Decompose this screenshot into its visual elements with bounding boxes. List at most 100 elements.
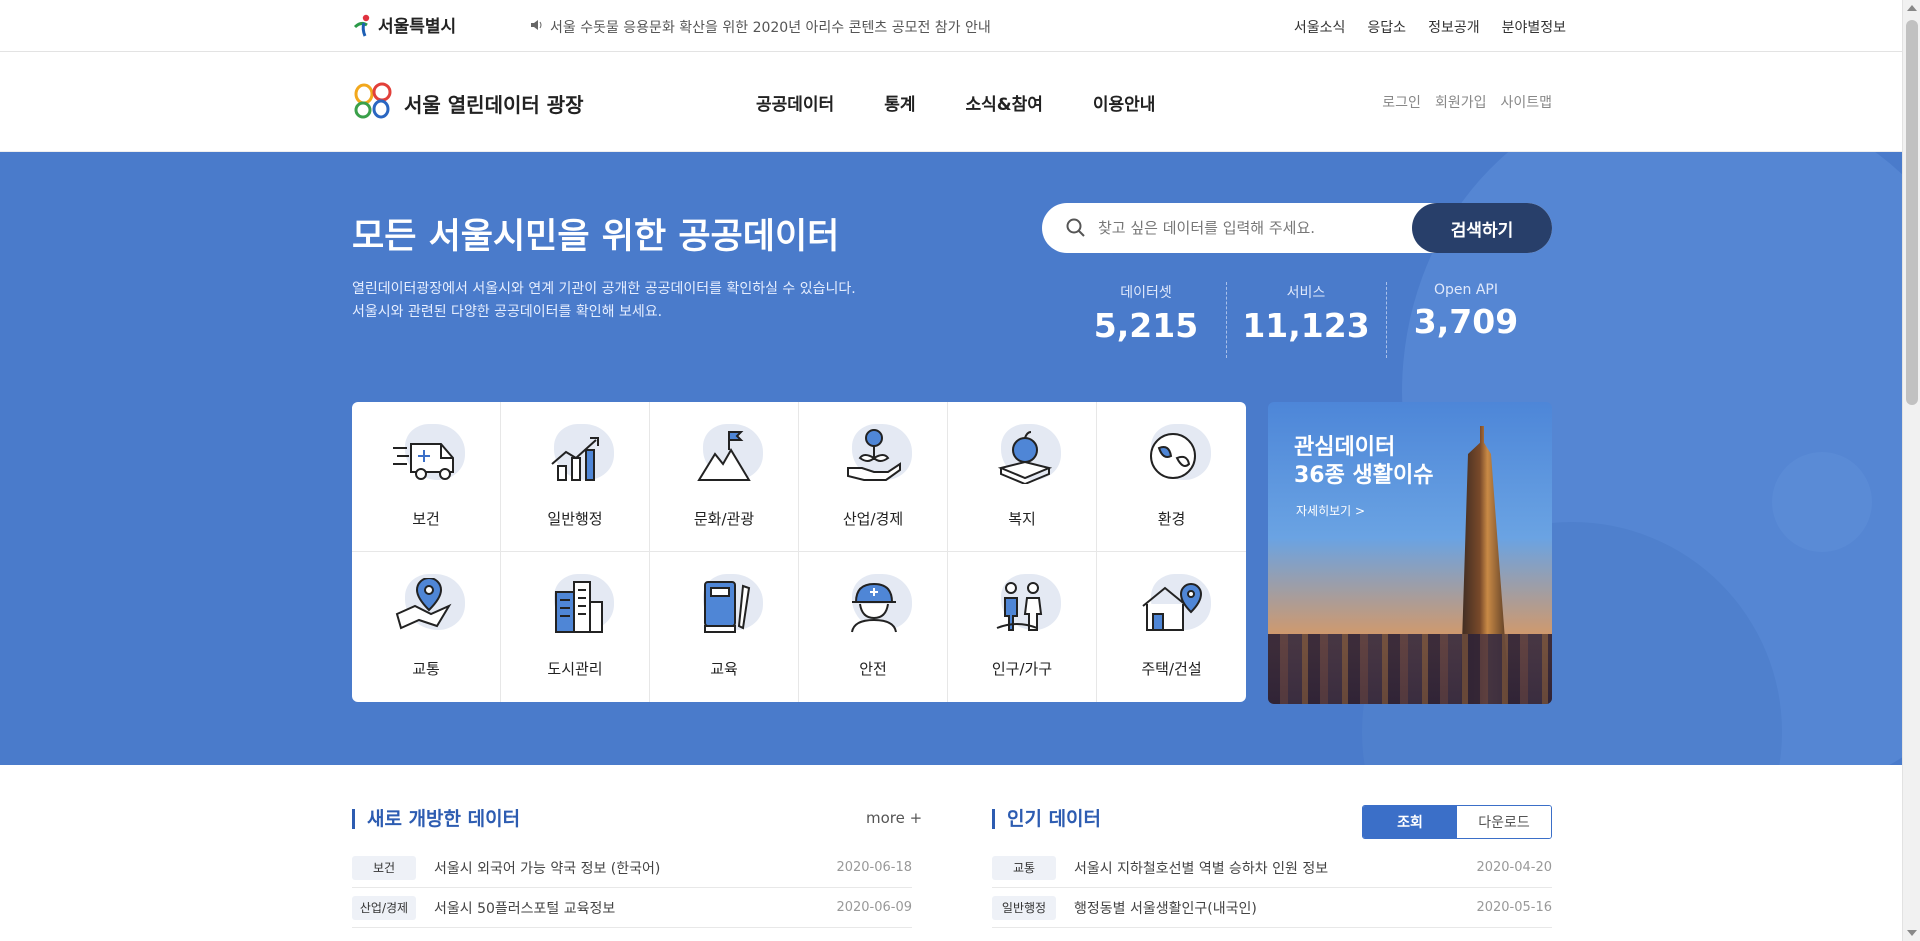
item-title: 행정동별 서울생활인구(내국인): [1074, 900, 1257, 917]
category-education[interactable]: 교육: [650, 552, 799, 702]
category-label: 도시관리: [547, 660, 603, 678]
search-button[interactable]: 검색하기: [1412, 203, 1552, 253]
category-environment[interactable]: 환경: [1097, 402, 1246, 552]
list-item[interactable]: 교통 서울시 지하철호선별 역별 승하차 인원 정보 2020-04-20: [992, 848, 1552, 888]
item-title: 서울시 50플러스포털 교육정보: [434, 900, 616, 917]
site-header: 서울 열린데이터 광장 공공데이터 통계 소식&참여 이용안내 로그인 회원가입…: [0, 52, 1902, 152]
category-welfare[interactable]: 복지: [948, 402, 1097, 552]
category-grid: 보건 일반행정 문화/관광 산업/경제 복지 환경 교통 도시관리 교육 안전 …: [352, 402, 1246, 702]
list-item[interactable]: 일반행정 행정동별 서울생활인구(내국인) 2020-05-16: [992, 888, 1552, 928]
nav-public-data[interactable]: 공공데이터: [756, 90, 834, 115]
hero-title: 모든 서울시민을 위한 공공데이터: [352, 217, 840, 257]
utility-links: 서울소식 응답소 정보공개 분야별정보: [1294, 17, 1566, 37]
main-nav: 공공데이터 통계 소식&참여 이용안내: [756, 90, 1155, 115]
seoul-name: 서울특별시: [378, 17, 457, 37]
signup-link[interactable]: 회원가입: [1435, 92, 1487, 112]
promo-title-line: 관심데이터: [1294, 435, 1396, 460]
promo-banner[interactable]: 관심데이터 36종 생활이슈 자세히보기 >: [1268, 402, 1552, 704]
item-date: 2020-06-18: [836, 860, 912, 875]
tab-views[interactable]: 조회: [1363, 806, 1457, 838]
buildings-icon: [555, 581, 603, 633]
stat-label: Open API: [1434, 282, 1498, 298]
category-label: 안전: [859, 660, 887, 678]
tab-downloads[interactable]: 다운로드: [1457, 806, 1551, 838]
promo-title-line: 36종 생활이슈: [1294, 463, 1434, 488]
list-item[interactable]: 보건 서울시 외국어 가능 약국 정보 (한국어) 2020-06-18: [352, 848, 912, 888]
page: 서울특별시 서울 수돗물 응용문화 확산을 위한 2020년 아리수 콘텐츠 공…: [0, 0, 1920, 941]
notice-ticker[interactable]: 서울 수돗물 응용문화 확산을 위한 2020년 아리수 콘텐츠 공모전 참가 …: [530, 17, 991, 37]
stat-label: 데이터셋: [1120, 285, 1172, 301]
category-tag: 일반행정: [992, 895, 1056, 920]
nav-statistics[interactable]: 통계: [884, 90, 915, 115]
stat-services[interactable]: 서비스 11,123: [1226, 282, 1386, 362]
login-link[interactable]: 로그인: [1382, 92, 1421, 112]
new-data-list: 보건 서울시 외국어 가능 약국 정보 (한국어) 2020-06-18 산업/…: [352, 848, 912, 928]
category-city-management[interactable]: 도시관리: [501, 552, 650, 702]
stat-open-api[interactable]: Open API 3,709: [1386, 282, 1546, 362]
chart-icon: [551, 437, 599, 481]
mountain-flag-icon: [697, 431, 751, 481]
nav-news-participation[interactable]: 소식&참여: [965, 90, 1042, 115]
hero-desc-line: 서울시와 관련된 다양한 공공데이터를 확인해 보세요.: [352, 304, 663, 320]
search-input[interactable]: [1098, 219, 1398, 237]
new-data-more-link[interactable]: more +: [866, 809, 922, 827]
helmet-worker-icon: [851, 582, 897, 633]
butterfly-logo-icon: [352, 82, 396, 125]
stat-value: 5,215: [1093, 306, 1199, 345]
hero-desc-line: 열린데이터광장에서 서울시와 연계 기관이 공개한 공공데이터를 확인하실 수 …: [352, 281, 856, 297]
stat-datasets[interactable]: 데이터셋 5,215: [1066, 282, 1226, 362]
util-link-news[interactable]: 서울소식: [1294, 17, 1346, 37]
stat-value: 3,709: [1413, 302, 1519, 341]
category-label: 보건: [412, 510, 440, 528]
popular-data-title: 인기 데이터: [992, 809, 1101, 829]
stat-value: 11,123: [1242, 306, 1370, 345]
ambulance-icon: [393, 443, 454, 480]
member-links: 로그인 회원가입 사이트맵: [1382, 92, 1552, 112]
scroll-up-icon[interactable]: [1907, 5, 1917, 11]
category-label: 교육: [710, 660, 738, 678]
notice-text: 서울 수돗물 응용문화 확산을 위한 2020년 아리수 콘텐츠 공모전 참가 …: [550, 20, 991, 36]
top-bar: 서울특별시 서울 수돗물 응용문화 확산을 위한 2020년 아리수 콘텐츠 공…: [0, 0, 1902, 52]
util-link-field-info[interactable]: 분야별정보: [1502, 17, 1566, 37]
list-item[interactable]: 산업/경제 서울시 50플러스포털 교육정보 2020-06-09: [352, 888, 912, 928]
money-plant-icon: [847, 429, 901, 481]
site-logo[interactable]: 서울 열린데이터 광장: [352, 82, 584, 125]
category-label: 산업/경제: [842, 510, 904, 528]
search-bar: 검색하기: [1042, 203, 1552, 253]
category-culture-tourism[interactable]: 문화/관광: [650, 402, 799, 552]
category-population[interactable]: 인구/가구: [948, 552, 1097, 702]
promo-more-link[interactable]: 자세히보기 >: [1296, 502, 1365, 519]
category-safety[interactable]: 안전: [799, 552, 948, 702]
promo-title: 관심데이터 36종 생활이슈: [1294, 434, 1433, 490]
category-general-admin[interactable]: 일반행정: [501, 402, 650, 552]
house-pin-icon: [1141, 583, 1202, 631]
util-link-response[interactable]: 응답소: [1367, 17, 1406, 37]
item-title: 서울시 외국어 가능 약국 정보 (한국어): [434, 860, 661, 877]
new-data-title: 새로 개방한 데이터: [352, 809, 520, 829]
seoul-city-logo[interactable]: 서울특별시: [352, 12, 456, 37]
category-label: 복지: [1008, 510, 1036, 528]
page-scrollbar[interactable]: [1902, 0, 1920, 941]
seoul-mark-icon: [352, 13, 374, 37]
category-label: 일반행정: [547, 510, 603, 528]
util-link-disclosure[interactable]: 정보공개: [1428, 17, 1480, 37]
category-health[interactable]: 보건: [352, 402, 501, 552]
category-label: 문화/관광: [693, 510, 755, 528]
city-skyline-image: [1268, 634, 1552, 704]
category-industry-economy[interactable]: 산업/경제: [799, 402, 948, 552]
category-housing-construction[interactable]: 주택/건설: [1097, 552, 1246, 702]
scroll-thumb[interactable]: [1906, 20, 1918, 405]
category-tag: 보건: [352, 855, 416, 880]
category-label: 인구/가구: [991, 660, 1053, 678]
category-label: 교통: [412, 660, 440, 678]
scroll-down-icon[interactable]: [1907, 930, 1917, 936]
category-label: 환경: [1157, 510, 1186, 528]
apple-book-icon: [997, 431, 1053, 484]
category-label: 주택/건설: [1141, 660, 1202, 678]
nav-usage-guide[interactable]: 이용안내: [1093, 90, 1156, 115]
sitemap-link[interactable]: 사이트맵: [1500, 92, 1552, 112]
category-transport[interactable]: 교통: [352, 552, 501, 702]
hero-section: 모든 서울시민을 위한 공공데이터 열린데이터광장에서 서울시와 연계 기관이 …: [0, 152, 1902, 765]
site-title: 서울 열린데이터 광장: [404, 93, 584, 117]
family-icon: [996, 582, 1043, 631]
